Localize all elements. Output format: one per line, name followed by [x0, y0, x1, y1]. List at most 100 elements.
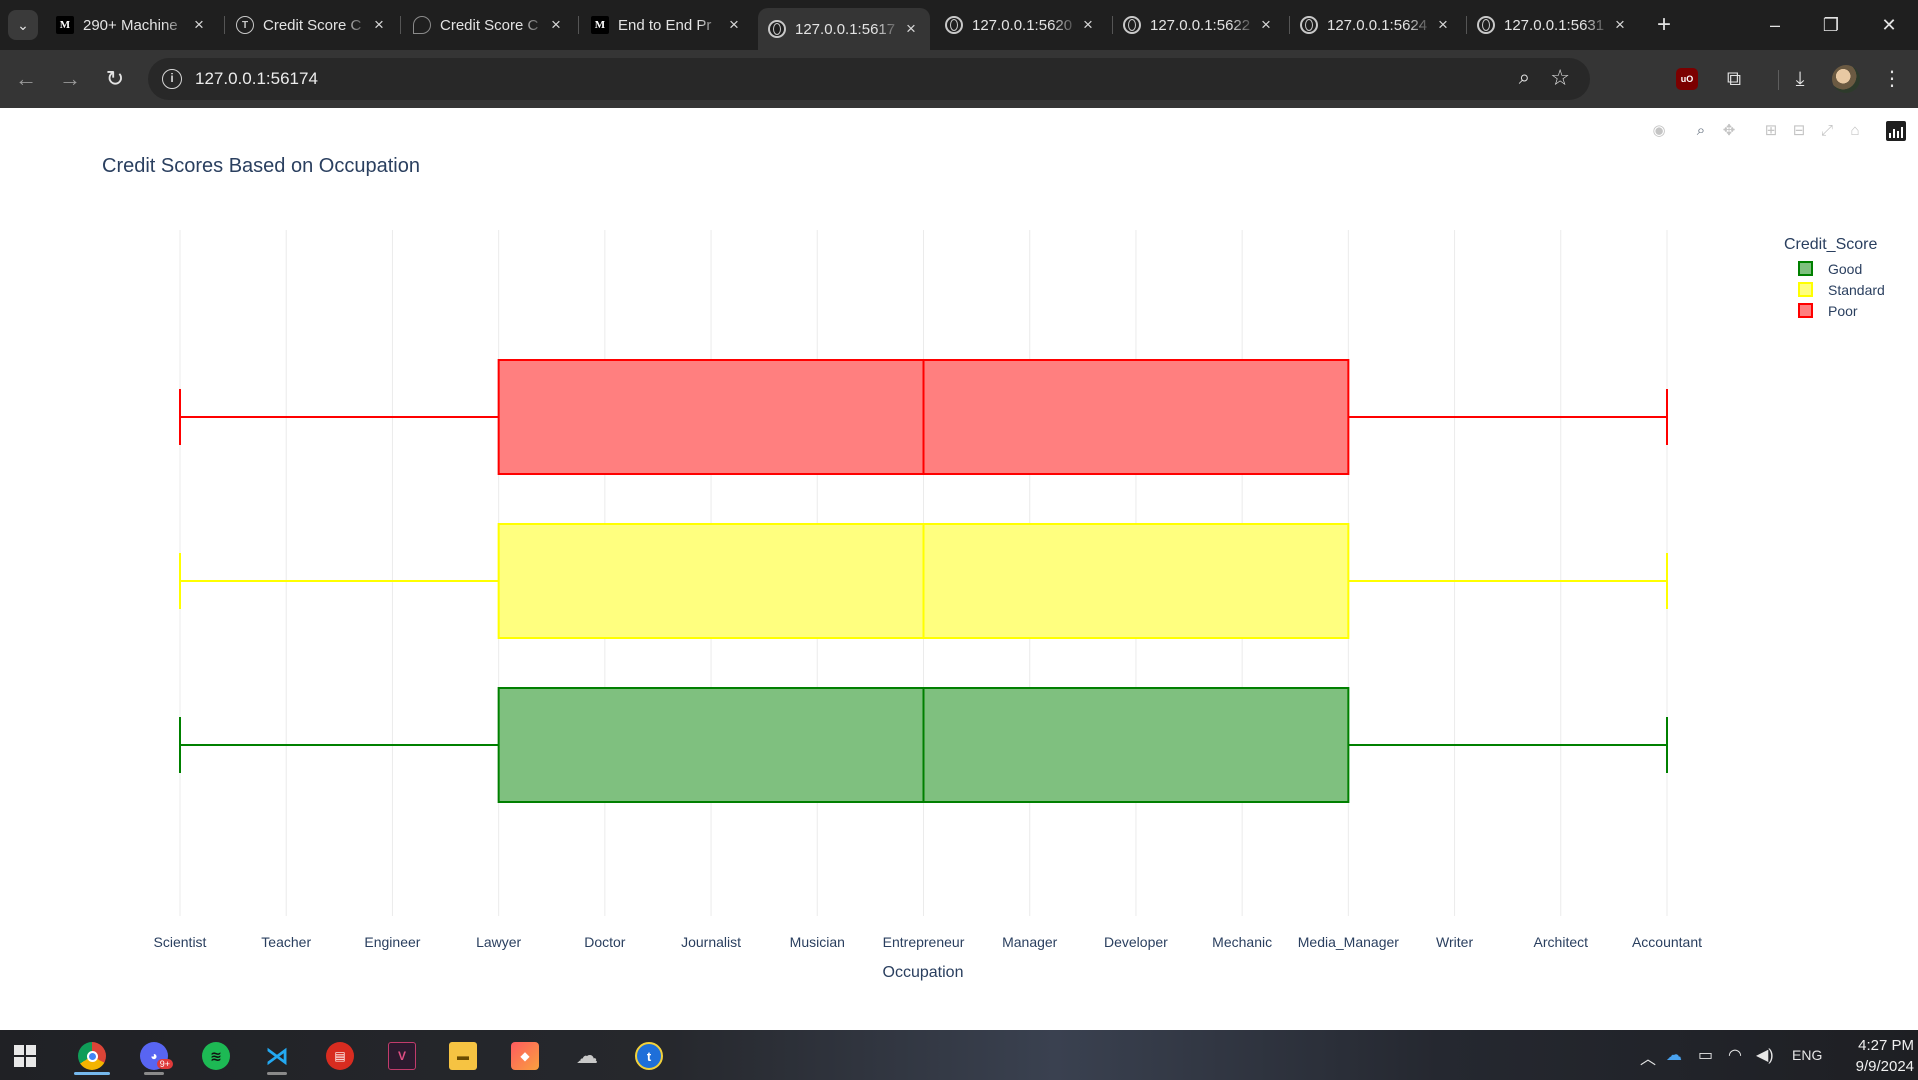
globe-icon	[1123, 16, 1141, 34]
close-icon[interactable]: ×	[1611, 15, 1629, 35]
reload-button[interactable]: ↻	[100, 64, 130, 94]
profile-avatar[interactable]	[1832, 65, 1860, 93]
clock-time: 4:27 PM	[1858, 1037, 1914, 1054]
tick-label-doctor: Doctor	[584, 934, 626, 950]
tick-label-lawyer: Lawyer	[476, 934, 521, 950]
windows-taskbar: ◕ 9+ ≋ ⋊ ▤ V ▬ ◆ ☁ t ︿ ☁ ▭ ◠ ◀) ENG 4:27…	[0, 1030, 1918, 1080]
site-info-icon[interactable]: i	[162, 69, 182, 89]
taskbar-spotify[interactable]: ≋	[194, 1037, 238, 1075]
ublock-extension-icon[interactable]: uO	[1676, 68, 1698, 90]
tab-end-to-end[interactable]: M End to End Pr ×	[581, 8, 753, 42]
discord-badge: 9+	[156, 1059, 173, 1069]
onedrive-cloud-icon[interactable]: ☁	[1666, 1045, 1682, 1065]
taskbar-cube-app[interactable]: ◆	[503, 1037, 547, 1075]
tab-credit-score-1[interactable]: T Credit Score C ×	[226, 8, 398, 42]
forward-button[interactable]: →	[55, 64, 85, 94]
tab-localhost-3[interactable]: 127.0.0.1:5622 ×	[1113, 8, 1285, 42]
medium-icon: M	[56, 16, 74, 34]
globe-icon	[1477, 16, 1495, 34]
taskbar-discord[interactable]: ◕ 9+	[132, 1037, 176, 1075]
close-icon[interactable]: ×	[902, 19, 920, 39]
tab-title: 127.0.0.1:5624	[1327, 16, 1428, 34]
chevron-down-icon: ⌄	[17, 16, 29, 33]
battery-icon[interactable]: ▭	[1698, 1045, 1713, 1065]
taskbar-redis[interactable]: ▤	[318, 1037, 362, 1075]
url-text[interactable]: 127.0.0.1:56174	[195, 69, 318, 89]
speaker-icon[interactable]: ◀)	[1756, 1045, 1774, 1065]
bookmark-star-icon[interactable]: ☆	[1550, 65, 1570, 91]
legend-item-good[interactable]: Good	[1784, 258, 1885, 279]
globe-icon	[945, 16, 963, 34]
tab-separator	[224, 16, 225, 34]
app-icon: V	[388, 1042, 416, 1070]
globe-icon	[768, 20, 786, 38]
cube-app-icon: ◆	[511, 1042, 539, 1070]
address-bar[interactable]: i 127.0.0.1:56174 ⌕ ☆	[148, 58, 1590, 100]
tab-search-button[interactable]: ⌄	[8, 10, 38, 40]
wifi-icon[interactable]: ◠	[1728, 1045, 1742, 1065]
taskbar-file-explorer[interactable]: ▬	[441, 1037, 485, 1075]
x-axis-title: Occupation	[883, 964, 964, 981]
download-icon[interactable]: ⤓	[1786, 65, 1814, 93]
tab-title: End to End Pr	[618, 16, 712, 34]
close-icon[interactable]: ×	[370, 15, 388, 35]
legend-label: Good	[1828, 260, 1863, 277]
restore-button[interactable]: ❐	[1816, 12, 1846, 38]
tab-title: 290+ Machine	[83, 16, 178, 34]
x-axis-tick-labels: Scientist Teacher Engineer Lawyer Doctor Jour…	[154, 934, 1703, 950]
chatgpt-icon	[413, 16, 431, 34]
close-icon[interactable]: ×	[725, 15, 743, 35]
system-clock[interactable]: 4:27 PM 9/9/2024	[1834, 1035, 1914, 1077]
tab-credit-score-2[interactable]: Credit Score C ×	[403, 8, 575, 42]
medium-icon: M	[591, 16, 609, 34]
kebab-menu-icon[interactable]: ⋮	[1878, 65, 1906, 93]
tick-label-teacher: Teacher	[261, 934, 311, 950]
legend-item-standard[interactable]: Standard	[1784, 279, 1885, 300]
taskbar-chrome[interactable]	[70, 1037, 114, 1075]
tracker-icon: t	[635, 1042, 663, 1070]
vscode-icon: ⋊	[265, 1042, 289, 1070]
taskbar-tracker[interactable]: t	[627, 1037, 671, 1075]
spotify-icon: ≋	[202, 1042, 230, 1070]
legend-swatch-standard	[1798, 282, 1813, 297]
taskbar-vscode[interactable]: ⋊	[255, 1037, 299, 1075]
legend-title: Credit_Score	[1784, 236, 1878, 253]
tab-localhost-5[interactable]: 127.0.0.1:5631 ×	[1467, 8, 1639, 42]
back-button[interactable]: ←	[11, 64, 41, 94]
box-trace-poor	[179, 359, 1668, 475]
tab-separator	[578, 16, 579, 34]
close-icon[interactable]: ×	[1257, 15, 1275, 35]
windows-start-icon[interactable]	[14, 1045, 36, 1067]
close-icon[interactable]: ×	[1079, 15, 1097, 35]
close-icon[interactable]: ×	[547, 15, 565, 35]
browser-tab-strip: ⌄ M 290+ Machine × T Credit Score C × Cr…	[0, 0, 1918, 50]
tab-medium-ml[interactable]: M 290+ Machine ×	[46, 8, 218, 42]
tab-localhost-2[interactable]: 127.0.0.1:5620 ×	[935, 8, 1107, 42]
legend-item-poor[interactable]: Poor	[1784, 300, 1885, 321]
extensions-puzzle-icon[interactable]: ⧉	[1720, 65, 1748, 93]
language-indicator[interactable]: ENG	[1792, 1047, 1822, 1063]
new-tab-button[interactable]: +	[1651, 12, 1677, 38]
close-icon[interactable]: ×	[1434, 15, 1452, 35]
zoom-icon[interactable]: ⌕	[1519, 67, 1530, 90]
clock-date: 9/9/2024	[1855, 1058, 1914, 1075]
tab-title: 127.0.0.1:5620	[972, 16, 1073, 34]
chrome-center	[86, 1050, 98, 1062]
browser-toolbar: ← → ↻ i 127.0.0.1:56174 ⌕ ☆ uO ⧉ ⤓ ⋮	[0, 50, 1918, 108]
tab-active-localhost[interactable]: 127.0.0.1:5617 ×	[758, 8, 930, 50]
redis-icon: ▤	[326, 1042, 354, 1070]
minimize-button[interactable]: –	[1760, 12, 1790, 38]
reload-icon: ↻	[105, 66, 125, 91]
close-icon[interactable]: ×	[190, 15, 208, 35]
tab-title: Credit Score C	[440, 16, 539, 34]
taskbar-app[interactable]: V	[380, 1037, 424, 1075]
circle-t-icon: T	[236, 16, 254, 34]
tab-localhost-4[interactable]: 127.0.0.1:5624 ×	[1290, 8, 1462, 42]
tray-chevron-up-icon[interactable]: ︿	[1640, 1045, 1656, 1069]
cloud-app-icon: ☁	[576, 1043, 598, 1068]
tab-title: 127.0.0.1:5631	[1504, 16, 1605, 34]
globe-icon	[1300, 16, 1318, 34]
box-plot-chart[interactable]: Scientist Teacher Engineer Lawyer Doctor Jour…	[0, 108, 1918, 1030]
close-window-button[interactable]: ✕	[1874, 12, 1904, 38]
taskbar-cloud-app[interactable]: ☁	[565, 1037, 609, 1075]
